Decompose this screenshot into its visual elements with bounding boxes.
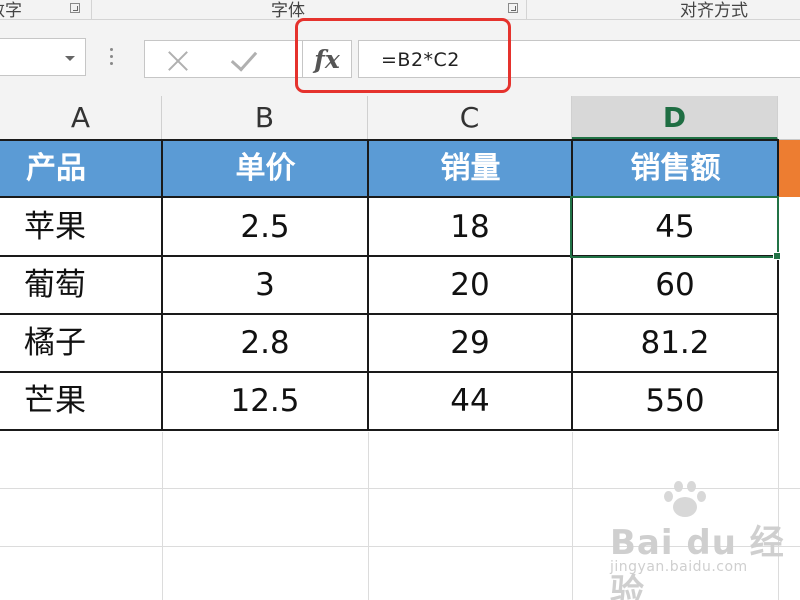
table-cell[interactable]: 12.5 <box>162 372 368 430</box>
drag-handle-icon[interactable] <box>110 48 114 66</box>
gridline <box>572 432 573 600</box>
ribbon-group-font-label: 字体 <box>271 1 305 20</box>
cancel-x-icon[interactable] <box>165 48 191 74</box>
chevron-down-icon[interactable] <box>65 56 75 61</box>
paw-logo-icon <box>660 481 708 521</box>
column-header-b[interactable]: B <box>162 96 368 140</box>
fill-handle[interactable] <box>773 252 781 260</box>
watermark-brand: Bai du 经验 <box>610 523 785 600</box>
table-cell[interactable]: 芒果 <box>0 372 162 430</box>
table-cell[interactable]: 81.2 <box>572 314 778 372</box>
table-border <box>161 139 163 431</box>
table-cell[interactable]: 18 <box>368 198 572 256</box>
table-cell[interactable]: 60 <box>572 256 778 314</box>
table-cell[interactable]: 葡萄 <box>0 256 162 314</box>
table-cell[interactable]: 3 <box>162 256 368 314</box>
table-border <box>571 139 573 431</box>
table-header-cell[interactable]: 销售额 <box>573 140 778 197</box>
ribbon-group-alignment-label: 对齐方式 <box>680 1 748 20</box>
ribbon-group-bar: 数字 字体 对齐方式 <box>0 0 800 20</box>
table-border <box>0 313 778 315</box>
ribbon-separator <box>91 0 92 19</box>
column-header-a[interactable]: A <box>0 96 162 140</box>
gridline <box>368 432 369 600</box>
table-cell[interactable]: 橘子 <box>0 314 162 372</box>
table-border <box>0 429 778 431</box>
table-cell[interactable]: 2.8 <box>162 314 368 372</box>
table-border <box>777 139 779 431</box>
ribbon-separator <box>526 0 527 19</box>
table-cell[interactable]: 2.5 <box>162 198 368 256</box>
column-header-d[interactable]: D <box>572 96 778 140</box>
number-dialog-launcher-icon[interactable] <box>70 3 80 13</box>
gridline <box>162 432 163 600</box>
table-border <box>0 371 778 373</box>
table-header-cell[interactable]: 产品 <box>0 140 162 197</box>
checkmark-icon[interactable] <box>230 44 258 72</box>
selected-cell-outline <box>570 196 779 258</box>
table-cell[interactable]: 550 <box>572 372 778 430</box>
ribbon-group-number-label: 数字 <box>0 1 22 20</box>
name-box[interactable] <box>0 38 86 76</box>
table-border <box>0 139 778 141</box>
table-cell[interactable]: 苹果 <box>0 198 162 256</box>
column-header-row: A B C D <box>0 96 800 140</box>
table-cell[interactable]: 20 <box>368 256 572 314</box>
table-header-cell[interactable]: 单价 <box>163 140 368 197</box>
column-e-header-fill[interactable] <box>779 140 800 197</box>
watermark: Bai du 经验 jingyan.baidu.com <box>610 481 800 600</box>
column-header-c[interactable]: C <box>368 96 572 140</box>
watermark-url: jingyan.baidu.com <box>610 559 748 575</box>
table-cell[interactable]: 44 <box>368 372 572 430</box>
table-cell[interactable]: 29 <box>368 314 572 372</box>
formula-highlight-annotation <box>295 18 511 93</box>
table-border <box>367 139 369 431</box>
font-dialog-launcher-icon[interactable] <box>508 3 518 13</box>
table-header-cell[interactable]: 销量 <box>369 140 572 197</box>
